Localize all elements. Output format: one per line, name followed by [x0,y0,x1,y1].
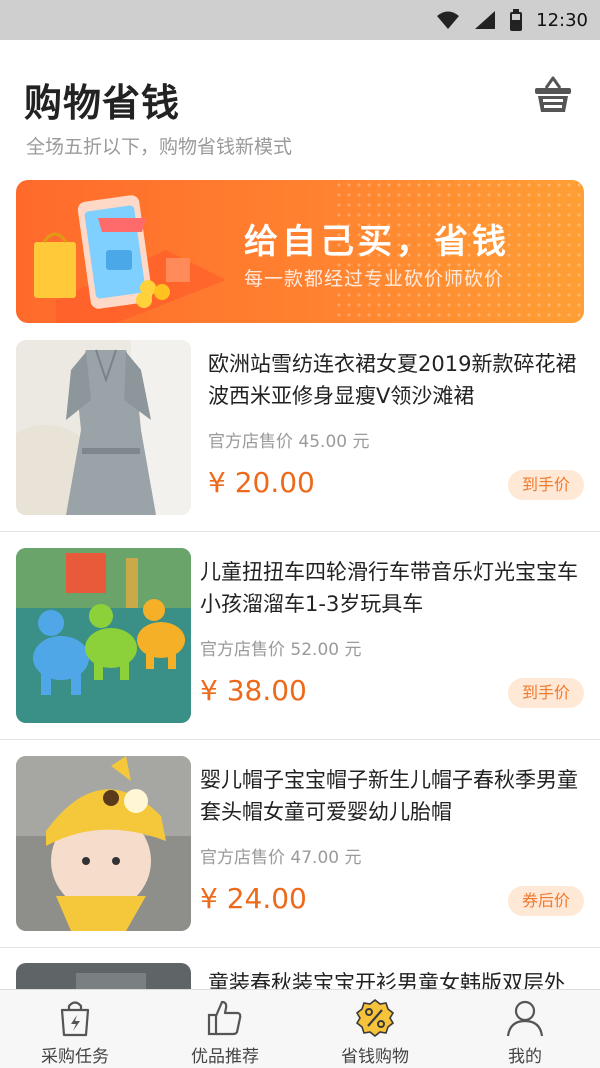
tab-profile[interactable]: 我的 [450,990,600,1068]
bottom-tab-bar: 采购任务 优品推荐 省钱购物 我的 [0,989,600,1068]
banner-title: 给自己买，省钱 [244,222,510,262]
product-item[interactable]: 儿童扭扭车四轮滑行车带音乐灯光宝宝车小孩溜溜车1-3岁玩具车 官方店售价 52.… [0,532,600,740]
discount-badge-icon [355,998,395,1038]
product-image-ride-on-toys [16,548,191,723]
sale-price: ¥ 20.00 [208,466,315,499]
price-tag-badge: 券后价 [507,886,584,916]
price-tag-badge: 到手价 [507,678,584,708]
sale-price: ¥ 24.00 [200,882,307,915]
product-item[interactable]: 婴儿帽子宝宝帽子新生儿帽子春秋季男童套头帽女童可爱婴幼儿胎帽 官方店售价 47.… [0,740,600,948]
sale-price: ¥ 38.00 [200,674,307,707]
product-item[interactable]: 欧洲站雪纺连衣裙女夏2019新款碎花裙波西米亚修身显瘦V领沙滩裙 官方店售价 4… [0,324,600,532]
tab-label: 采购任务 [41,1047,109,1067]
product-title: 婴儿帽子宝宝帽子新生儿帽子春秋季男童套头帽女童可爱婴幼儿胎帽 [200,768,578,824]
wifi-icon [437,11,460,29]
banner-subtitle: 每一款都经过专业砍价师砍价 [244,268,505,290]
thumbs-up-icon [207,1000,242,1036]
status-bar: 12:30 [0,0,600,40]
tab-recommended[interactable]: 优品推荐 [150,990,300,1068]
product-title: 欧洲站雪纺连衣裙女夏2019新款碎花裙波西米亚修身显瘦V领沙滩裙 [208,352,577,408]
promo-banner[interactable]: 给自己买，省钱 每一款都经过专业砍价师砍价 [16,180,584,323]
page-subtitle: 全场五折以下，购物省钱新模式 [26,136,293,158]
product-title: 儿童扭扭车四轮滑行车带音乐灯光宝宝车小孩溜溜车1-3岁玩具车 [200,560,578,616]
page-title: 购物省钱 [24,81,181,125]
basket-icon[interactable] [532,74,574,116]
tab-label: 省钱购物 [341,1047,409,1067]
page-header: 购物省钱 全场五折以下，购物省钱新模式 [0,40,600,175]
battery-icon [510,9,523,31]
tab-label: 我的 [508,1047,542,1067]
product-list: 欧洲站雪纺连衣裙女夏2019新款碎花裙波西米亚修身显瘦V领沙滩裙 官方店售价 4… [0,324,600,948]
product-image-dress [16,340,191,515]
user-icon [506,1000,544,1037]
tab-label: 优品推荐 [191,1047,259,1067]
original-price: 官方店售价 47.00 元 [200,848,362,868]
shopping-bag-icon [60,1001,90,1037]
signal-icon [475,11,496,29]
product-image-baby-hat [16,756,191,931]
tab-purchase-tasks[interactable]: 采购任务 [0,990,150,1068]
shopping-illustration [34,195,226,323]
price-tag-badge: 到手价 [507,470,584,500]
clock: 12:30 [536,9,588,31]
tab-save-money-shopping[interactable]: 省钱购物 [300,990,450,1068]
original-price: 官方店售价 45.00 元 [208,432,370,452]
original-price: 官方店售价 52.00 元 [200,640,362,660]
